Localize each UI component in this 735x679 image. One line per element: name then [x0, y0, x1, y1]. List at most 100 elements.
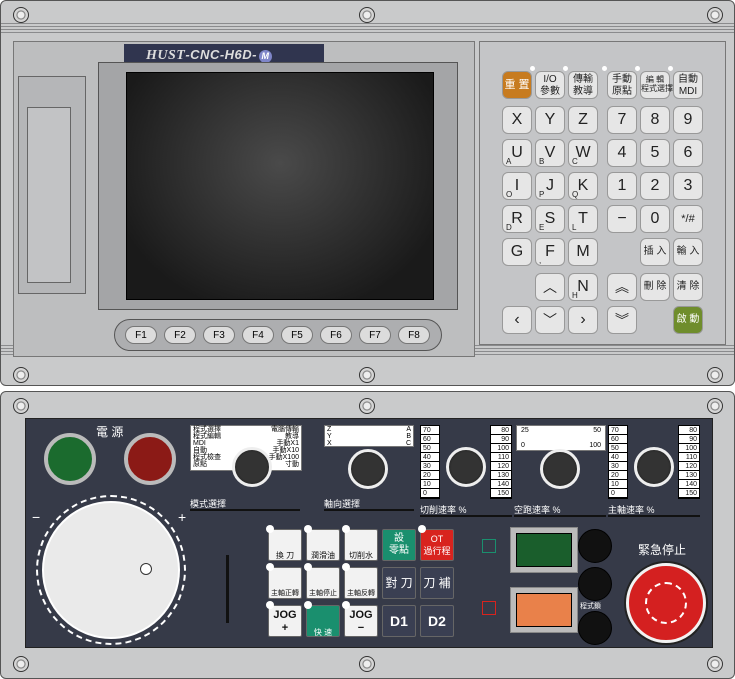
display-bezel: HUST-CNC-H6D- M F1 F2 F3 F4 F5 F6 F7 F8	[13, 41, 475, 357]
key-8[interactable]: 8	[640, 106, 670, 134]
arrow-left-icon[interactable]: ‹	[502, 306, 532, 334]
key-u[interactable]: UA	[502, 139, 532, 167]
emergency-stop-button[interactable]	[626, 563, 706, 643]
spindle-tick: 110	[679, 453, 699, 462]
f5-key[interactable]: F5	[281, 326, 313, 344]
rapid-override-knob[interactable]	[540, 449, 580, 489]
spindle-tick: 120	[679, 462, 699, 471]
key-z-label: Z	[578, 111, 588, 128]
key-g[interactable]: G	[502, 238, 532, 266]
key-y[interactable]: Y	[535, 106, 565, 134]
cycle-start-button[interactable]	[510, 527, 578, 573]
feed-tick: 10	[421, 480, 439, 489]
key-1[interactable]: 1	[607, 172, 637, 200]
key-4[interactable]: 4	[607, 139, 637, 167]
key-minus[interactable]: −	[607, 205, 637, 233]
spindle-stop-button[interactable]: 主軸停止	[306, 567, 340, 599]
key-v[interactable]: VB	[535, 139, 565, 167]
key-9[interactable]: 9	[673, 106, 703, 134]
f4-key[interactable]: F4	[242, 326, 274, 344]
key-w[interactable]: WC	[568, 139, 598, 167]
axis-selector-knob[interactable]	[348, 449, 388, 489]
f3-key[interactable]: F3	[203, 326, 235, 344]
jog-plus-button[interactable]: JOG +	[268, 605, 302, 637]
auxiliary-button-2[interactable]	[578, 567, 612, 601]
delete-key[interactable]: 刪 除	[640, 273, 670, 301]
auxiliary-button-1[interactable]	[578, 529, 612, 563]
handwheel-grip[interactable]	[140, 563, 152, 575]
power-on-button[interactable]	[44, 433, 96, 485]
spindle-cw-button[interactable]: 主軸正轉	[268, 567, 302, 599]
clear-key[interactable]: 清 除	[673, 273, 703, 301]
arrow-up-icon[interactable]: ︿	[535, 273, 565, 301]
spindle-override-knob[interactable]	[634, 447, 674, 487]
manual-home-key[interactable]: 手動 原點	[607, 71, 637, 99]
axis-c: C	[405, 440, 411, 447]
f8-key[interactable]: F8	[398, 326, 430, 344]
key-7[interactable]: 7	[607, 106, 637, 134]
power-off-button[interactable]	[124, 433, 176, 485]
spindle-stop-label: 主軸停止	[309, 590, 337, 597]
key-z[interactable]: Z	[568, 106, 598, 134]
arrow-down-icon[interactable]: ﹀	[535, 306, 565, 334]
overtravel-button[interactable]: OT 過行程	[420, 529, 454, 561]
key-6[interactable]: 6	[673, 139, 703, 167]
key-t[interactable]: TL	[568, 205, 598, 233]
key-j[interactable]: JP	[535, 172, 565, 200]
io-param-key[interactable]: I/O 參數	[535, 71, 565, 99]
indicator-led	[563, 66, 568, 71]
key-m[interactable]: M	[568, 238, 598, 266]
feed-hold-button[interactable]	[510, 587, 578, 633]
tool-set-button[interactable]: 對 刀	[382, 567, 416, 599]
lube-button[interactable]: 潤滑油	[306, 529, 340, 561]
feed-override-knob[interactable]	[446, 447, 486, 487]
spindle-cw-label: 主軸正轉	[271, 590, 299, 597]
key-0[interactable]: 0	[640, 205, 670, 233]
key-f[interactable]: F,	[535, 238, 565, 266]
program-lock-switch[interactable]	[578, 611, 612, 645]
page-up-icon[interactable]: ︽	[607, 273, 637, 301]
d1-button[interactable]: D1	[382, 605, 416, 637]
key-2[interactable]: 2	[640, 172, 670, 200]
key-5[interactable]: 5	[640, 139, 670, 167]
disk-door[interactable]	[18, 76, 86, 294]
edit-program-key[interactable]: 編 輯 程式選擇	[640, 71, 673, 99]
spindle-tick: 20	[609, 471, 627, 480]
key-star-hash[interactable]: */#	[673, 205, 703, 233]
start-key[interactable]: 啟 動	[673, 306, 703, 334]
tool-change-button[interactable]: 換 刀	[268, 529, 302, 561]
spindle-tick: 90	[679, 435, 699, 444]
key-x[interactable]: X	[502, 106, 532, 134]
key-r[interactable]: RD	[502, 205, 532, 233]
transfer-teach-key[interactable]: 傳輸 教導	[568, 71, 598, 99]
d2-button[interactable]: D2	[420, 605, 454, 637]
auto-mdi-key[interactable]: 自動 MDI	[673, 71, 703, 99]
key-3[interactable]: 3	[673, 172, 703, 200]
key-k[interactable]: KQ	[568, 172, 598, 200]
key-s[interactable]: SE	[535, 205, 565, 233]
key-i[interactable]: IO	[502, 172, 532, 200]
tool-comp-button[interactable]: 刀 補	[420, 567, 454, 599]
key-n[interactable]: NH	[568, 273, 598, 301]
feed-tick: 140	[491, 480, 511, 489]
insert-key[interactable]: 插 入	[640, 238, 670, 266]
f2-key[interactable]: F2	[164, 326, 196, 344]
set-zero-button[interactable]: 設 零點	[382, 529, 416, 561]
rapid-button[interactable]: 快 速	[306, 605, 340, 637]
reset-key[interactable]: 重 置	[502, 71, 532, 99]
jog-minus-button[interactable]: JOG −	[344, 605, 378, 637]
page-down-icon[interactable]: ︾	[607, 306, 637, 334]
f1-key[interactable]: F1	[125, 326, 157, 344]
tool-change-label: 換 刀	[275, 551, 295, 560]
f6-key[interactable]: F6	[320, 326, 352, 344]
handwheel-minus: −	[32, 509, 41, 525]
coolant-button[interactable]: 切削水	[344, 529, 378, 561]
manual-pulse-handwheel[interactable]	[42, 501, 180, 639]
mode-selector-knob[interactable]	[232, 447, 272, 487]
arrow-right-icon[interactable]: ›	[568, 306, 598, 334]
screw-icon	[359, 367, 375, 383]
spindle-ccw-button[interactable]: 主軸反轉	[344, 567, 378, 599]
f7-key[interactable]: F7	[359, 326, 391, 344]
input-key[interactable]: 輸 入	[673, 238, 703, 266]
spindle-scale-right: 80 90 100 110 120 130 140 150	[678, 425, 700, 499]
